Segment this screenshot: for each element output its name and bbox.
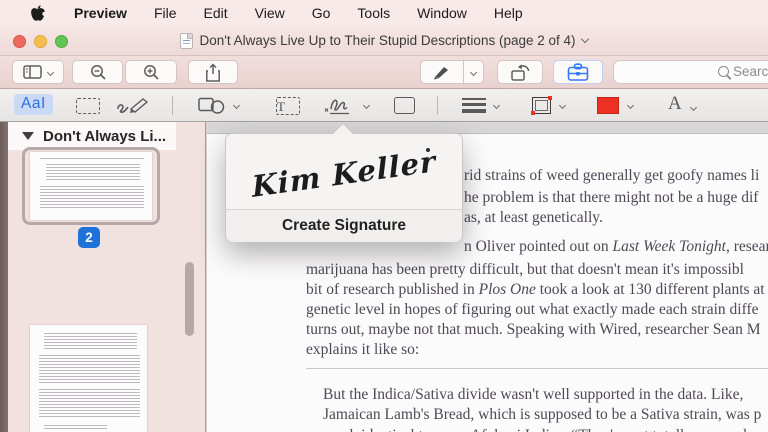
line-weight-button[interactable] — [462, 98, 501, 113]
rotate-left-icon — [511, 63, 530, 81]
search-icon — [718, 66, 729, 77]
chevron-down-icon — [362, 101, 371, 110]
fill-color-icon — [597, 97, 619, 114]
chevron-down-icon — [689, 103, 697, 111]
markup-pen-button[interactable] — [420, 60, 484, 84]
chevron-down-icon — [626, 101, 635, 110]
title-bar: Don't Always Live Up to Their Stupid Des… — [0, 26, 768, 56]
document-text-line: genetic level in hopes of figuring out w… — [306, 301, 759, 318]
signature-pen-dot — [426, 148, 430, 152]
screen: Preview File Edit View Go Tools Window H… — [0, 0, 768, 432]
window-title: Don't Always Live Up to Their Stupid Des… — [199, 33, 576, 48]
document-text-line: Jamaican Lamb's Bread, which is supposed… — [323, 406, 762, 423]
zoom-in-button[interactable] — [125, 60, 177, 84]
rectangular-selection-button[interactable] — [76, 98, 100, 114]
share-button[interactable] — [188, 60, 238, 84]
minimize-button[interactable] — [34, 35, 47, 48]
text-box-button[interactable]: T — [276, 97, 300, 115]
zoom-out-button[interactable] — [72, 60, 123, 84]
document-text-line: bit of research published in Plos One to… — [306, 281, 765, 298]
menu-item-window[interactable]: Window — [417, 5, 467, 21]
sidebar-scrollbar[interactable] — [185, 262, 194, 336]
menu-item-help[interactable]: Help — [494, 5, 523, 21]
page-thumbnail-next[interactable] — [30, 325, 147, 432]
font-icon: A — [668, 93, 682, 114]
menu-item-tools[interactable]: Tools — [357, 5, 390, 21]
document-text-line: much identical to some Afghani Indica. “… — [323, 427, 759, 432]
marker-pen-icon — [433, 67, 448, 80]
document-text-line: rid strains of weed generally get goofy … — [464, 167, 760, 184]
markup-toolbox-button[interactable] — [553, 60, 603, 84]
sidebar-toggle-button[interactable] — [12, 60, 64, 84]
border-color-button[interactable] — [531, 96, 567, 115]
border-color-icon — [531, 96, 552, 115]
sketch-button[interactable] — [116, 96, 150, 115]
menu-item-file[interactable]: File — [154, 5, 177, 21]
signature-popover: Kim Keller Create Signature — [225, 123, 463, 242]
document-text-line: marijuana has been pretty difficult, but… — [306, 261, 744, 278]
title-chevron-down-icon[interactable] — [580, 34, 589, 44]
document-text-line: he problem is that there might not be a … — [464, 189, 759, 206]
desktop-edge — [0, 122, 8, 432]
text-format-button[interactable]: A — [668, 93, 697, 115]
rotate-left-button[interactable] — [497, 60, 543, 84]
zoom-out-icon — [90, 65, 106, 80]
document-text-line: turns out, maybe not that much. Speaking… — [306, 321, 761, 338]
create-signature-button[interactable]: Create Signature — [226, 210, 462, 242]
popover-arrow — [333, 124, 353, 134]
menu-item-go[interactable]: Go — [312, 5, 331, 21]
document-text-line: But the Indica/Sativa divide wasn't well… — [323, 386, 744, 403]
document-text-line: explains it like so: — [306, 341, 420, 358]
page-number-badge: 2 — [78, 227, 100, 248]
thumbnail-sidebar: Don't Always Li... 2 — [8, 122, 205, 432]
markup-pen-chevron[interactable] — [464, 68, 483, 76]
sidebar-document-group[interactable]: Don't Always Li... — [8, 122, 176, 150]
zoom-in-icon — [144, 65, 159, 80]
fill-color-button[interactable] — [597, 97, 635, 114]
toolbar-divider — [437, 96, 438, 115]
disclosure-triangle-icon[interactable] — [22, 132, 34, 140]
search-input[interactable]: Search — [613, 60, 768, 84]
menu-item-preview[interactable]: Preview — [74, 5, 127, 21]
menu-bar: Preview File Edit View Go Tools Window H… — [0, 0, 768, 26]
close-button[interactable] — [13, 35, 26, 48]
sketch-icon — [117, 98, 149, 113]
apple-menu-icon[interactable] — [30, 5, 45, 22]
blockquote-divider — [306, 368, 768, 369]
chevron-down-icon — [46, 68, 55, 76]
zoom-window-button[interactable] — [55, 35, 68, 48]
chevron-down-icon — [558, 101, 567, 110]
signature-text: Kim Keller — [250, 143, 438, 204]
signature-icon — [324, 99, 349, 115]
toolbar-divider — [172, 96, 173, 115]
window-controls — [13, 35, 68, 48]
document-text-line: as, at least genetically. — [464, 209, 603, 226]
toolbox-icon — [567, 63, 589, 81]
share-icon — [206, 62, 220, 82]
shapes-button[interactable] — [198, 97, 241, 114]
document-text-line: n Oliver pointed out on Last Week Tonigh… — [464, 238, 768, 255]
line-weight-icon — [462, 98, 486, 113]
markup-toolbar: AaI T A — [0, 89, 768, 122]
document-icon — [180, 32, 194, 49]
chevron-down-icon — [492, 101, 501, 110]
search-placeholder: Search — [733, 64, 768, 79]
page-thumbnail-current[interactable] — [30, 152, 152, 220]
saved-signature-item[interactable]: Kim Keller — [226, 134, 462, 209]
toolbar: Search — [0, 56, 768, 89]
menu-item-view[interactable]: View — [255, 5, 285, 21]
text-style-button[interactable]: AaI — [14, 94, 53, 115]
menu-item-edit[interactable]: Edit — [204, 5, 228, 21]
note-button[interactable] — [394, 97, 415, 114]
shapes-icon — [198, 97, 225, 114]
sidebar-icon — [23, 65, 42, 79]
sidebar-document-title: Don't Always Li... — [43, 127, 167, 145]
chevron-down-icon — [232, 101, 241, 110]
sign-button[interactable] — [322, 95, 371, 116]
